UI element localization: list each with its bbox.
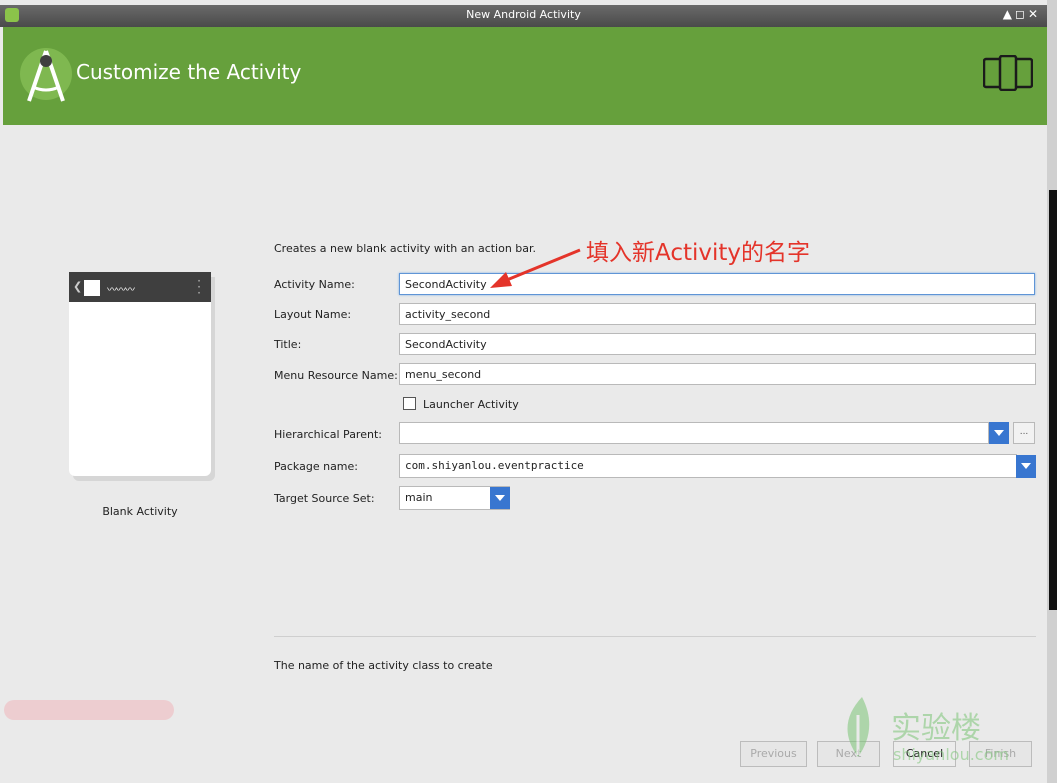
app-icon-placeholder: [84, 280, 100, 296]
activity-preview-thumbnail: ❮ 〰〰〰 · · ·: [69, 272, 211, 476]
overflow-menu-icon: · · ·: [197, 274, 201, 300]
annotation-arrow-icon: [490, 248, 581, 288]
template-name: Blank Activity: [102, 505, 178, 518]
leaf-logo-icon: [847, 697, 870, 757]
launcher-activity-checkbox[interactable]: [403, 397, 416, 410]
window-controls[interactable]: ▲◻✕: [1003, 7, 1041, 21]
package-name-label: Package name:: [274, 460, 358, 473]
annotation-text: 填入新Activity的名字: [586, 240, 811, 266]
previous-button[interactable]: Previous: [740, 741, 807, 767]
menu-resource-name-field[interactable]: menu_second: [399, 363, 1036, 385]
divider: [274, 636, 1036, 637]
layout-name-label: Layout Name:: [274, 308, 352, 321]
new-activity-dialog: New Android Activity ▲◻✕ Customize the A…: [0, 0, 1047, 783]
package-name-combo[interactable]: com.shiyanlou.eventpractice: [399, 454, 1017, 478]
menu-resource-name-label: Menu Resource Name:: [274, 369, 398, 382]
hierarchical-parent-combo[interactable]: [399, 422, 989, 444]
blurred-region: [4, 700, 174, 720]
watermark-text: 实验楼: [891, 711, 981, 746]
back-chevron-icon: ❮: [73, 280, 83, 293]
hierarchical-parent-label: Hierarchical Parent:: [274, 428, 382, 441]
package-name-dropdown-button[interactable]: [1016, 455, 1036, 478]
shiyanlou-watermark: 实验楼 shiyanlou.com: [840, 693, 1040, 773]
target-source-set-label: Target Source Set:: [274, 492, 375, 505]
page-heading: Customize the Activity: [76, 60, 302, 84]
target-source-set-dropdown-button[interactable]: [490, 487, 510, 509]
activity-name-label: Activity Name:: [274, 278, 355, 291]
android-studio-logo-icon: [20, 48, 72, 102]
window-title: New Android Activity: [466, 8, 581, 21]
launcher-activity-label[interactable]: Launcher Activity: [423, 398, 519, 411]
hierarchical-parent-dropdown-button[interactable]: [989, 422, 1009, 444]
device-form-factor-icon: [983, 55, 1033, 91]
watermark-subtext: shiyanlou.com: [893, 745, 1009, 764]
wizard-header: Customize the Activity: [3, 27, 1047, 125]
background-window-dark-edge: [1049, 190, 1057, 610]
title-field[interactable]: SecondActivity: [399, 333, 1036, 355]
hierarchical-parent-browse-button[interactable]: ...: [1013, 422, 1035, 444]
title-squiggle-icon: 〰〰〰: [107, 285, 135, 296]
field-help-text: The name of the activity class to create: [274, 659, 493, 672]
layout-name-field[interactable]: activity_second: [399, 303, 1036, 325]
title-label: Title:: [274, 338, 302, 351]
preview-action-bar: ❮ 〰〰〰 · · ·: [69, 272, 211, 302]
title-bar: New Android Activity ▲◻✕: [0, 5, 1047, 27]
